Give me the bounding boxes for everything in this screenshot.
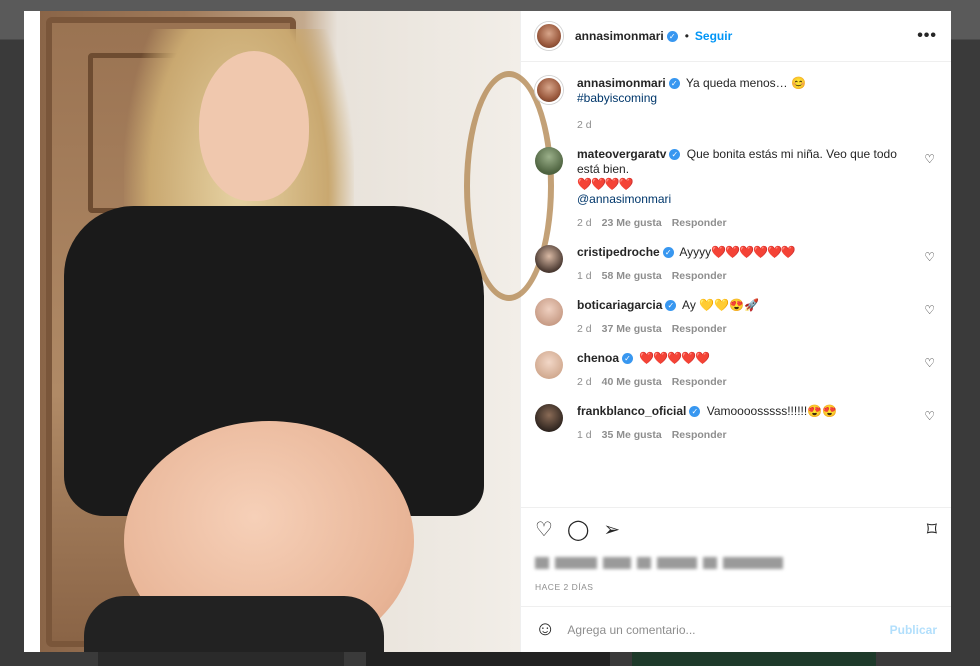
verified-badge-icon: ✓ <box>689 406 701 418</box>
more-options-icon[interactable]: ••• <box>917 27 937 45</box>
caption-username[interactable]: annasimonmari <box>577 76 666 90</box>
comments-list[interactable]: annasimonmari ✓ Ya queda menos… 😊 #babyis… <box>521 62 951 507</box>
comment-text: Ayyyy <box>679 245 712 259</box>
avatar[interactable] <box>535 404 563 432</box>
caption-text: Ya queda menos… 😊 <box>685 76 806 90</box>
avatar[interactable] <box>535 147 563 175</box>
verified-badge-icon: ✓ <box>666 30 678 42</box>
caption-age: 2 d <box>577 119 592 131</box>
reply-button[interactable]: Responder <box>672 323 727 335</box>
comment-age: 1 d <box>577 270 592 282</box>
comment-age: 2 d <box>577 323 592 335</box>
comment-age: 1 d <box>577 429 592 441</box>
verified-badge-icon: ✓ <box>665 300 677 312</box>
verified-badge-icon: ✓ <box>662 247 674 259</box>
background-thumbnail <box>98 650 344 666</box>
comment-emoji: ❤️❤️❤️❤️❤️ <box>639 351 710 365</box>
comment-age: 2 d <box>577 217 592 229</box>
comment-likes[interactable]: 35 Me gusta <box>602 429 662 441</box>
comment-username[interactable]: boticariagarcia <box>577 298 662 312</box>
separator-dot: • <box>684 29 689 43</box>
reply-button[interactable]: Responder <box>672 270 727 282</box>
avatar[interactable] <box>535 298 563 326</box>
comment-item: boticariagarcia ✓ Ay 💛💛😍🚀 2 d 37 Me gusta R… <box>535 298 937 337</box>
comment-likes[interactable]: 23 Me gusta <box>602 217 662 229</box>
comment-emoji: ❤️❤️❤️❤️❤️❤️ <box>711 245 796 259</box>
avatar[interactable] <box>535 245 563 273</box>
comment-heart-icon[interactable]: ♡ <box>924 152 935 166</box>
comment-username[interactable]: cristipedroche <box>577 245 660 259</box>
comment-emoji: 😍😍 <box>807 404 838 418</box>
comment-item: cristipedroche ✓ Ayyyy❤️❤️❤️❤️❤️❤️ 1 d 58 … <box>535 245 937 284</box>
comment-username[interactable]: mateovergaratv <box>577 147 666 161</box>
verified-badge-icon: ✓ <box>668 78 680 90</box>
post-timestamp: HACE 2 DÍAS <box>535 582 594 592</box>
hashtag-link[interactable]: #babyiscoming <box>577 91 657 105</box>
mention-link[interactable]: @annasimonmari <box>577 192 671 206</box>
comment-input[interactable]: Agrega un comentario... <box>567 623 889 637</box>
author-username[interactable]: annasimonmari <box>575 29 664 43</box>
comment-item: chenoa ✓ ❤️❤️❤️❤️❤️ 2 d 40 Me gusta Respond… <box>535 351 937 390</box>
reply-button[interactable]: Responder <box>672 429 727 441</box>
reply-button[interactable]: Responder <box>672 217 727 229</box>
comment-heart-icon[interactable]: ♡ <box>924 409 935 423</box>
reply-button[interactable]: Responder <box>672 376 727 388</box>
follow-button[interactable]: Seguir <box>695 29 732 43</box>
background-thumbnail <box>632 650 876 666</box>
comment-likes[interactable]: 58 Me gusta <box>602 270 662 282</box>
comment-heart-icon[interactable]: ♡ <box>924 250 935 264</box>
comment-item: frankblanco_oficial ✓ Vamoooosssss!!!!!!😍… <box>535 404 937 443</box>
comment-likes[interactable]: 40 Me gusta <box>602 376 662 388</box>
avatar[interactable] <box>535 22 563 50</box>
comment-likes[interactable]: 37 Me gusta <box>602 323 662 335</box>
post-sidebar: annasimonmari ✓ • Seguir ••• annasimonma… <box>520 11 951 652</box>
likes-summary-redacted <box>521 550 951 576</box>
comment-username[interactable]: frankblanco_oficial <box>577 404 686 418</box>
verified-badge-icon: ✓ <box>669 149 681 161</box>
bookmark-icon[interactable]: ⌑ <box>927 517 937 542</box>
caption: annasimonmari ✓ Ya queda menos… 😊 #babyis… <box>535 76 937 133</box>
comment-composer: ☺ Agrega un comentario... Publicar <box>521 606 951 652</box>
share-icon[interactable]: ➢ <box>603 517 620 542</box>
comment-emoji: 💛💛😍🚀 <box>699 298 759 312</box>
comment-heart-icon[interactable]: ♡ <box>924 356 935 370</box>
heart-icon[interactable]: ♡ <box>535 517 553 542</box>
comment-item: mateovergaratv ✓ Que bonita estás mi niña… <box>535 147 937 231</box>
comment-text: Vamoooosssss!!!!!! <box>706 404 808 418</box>
emoji-icon[interactable]: ☺ <box>535 618 555 641</box>
verified-badge-icon: ✓ <box>622 353 634 365</box>
post-header: annasimonmari ✓ • Seguir ••• <box>521 11 951 62</box>
comment-heart-icon[interactable]: ♡ <box>924 303 935 317</box>
post-modal: annasimonmari ✓ • Seguir ••• annasimonma… <box>24 11 951 652</box>
avatar[interactable] <box>535 351 563 379</box>
comment-icon[interactable]: ◯ <box>567 517 589 542</box>
comment-emoji: ❤️❤️❤️❤️ <box>577 177 634 191</box>
comment-username[interactable]: chenoa <box>577 351 619 365</box>
publish-button[interactable]: Publicar <box>890 623 937 637</box>
comment-age: 2 d <box>577 376 592 388</box>
avatar[interactable] <box>535 76 563 104</box>
post-actions: ♡ ◯ ➢ ⌑ <box>521 507 951 550</box>
comment-text: Ay <box>682 298 696 312</box>
post-photo <box>24 11 554 652</box>
background-thumbnail <box>366 650 610 666</box>
